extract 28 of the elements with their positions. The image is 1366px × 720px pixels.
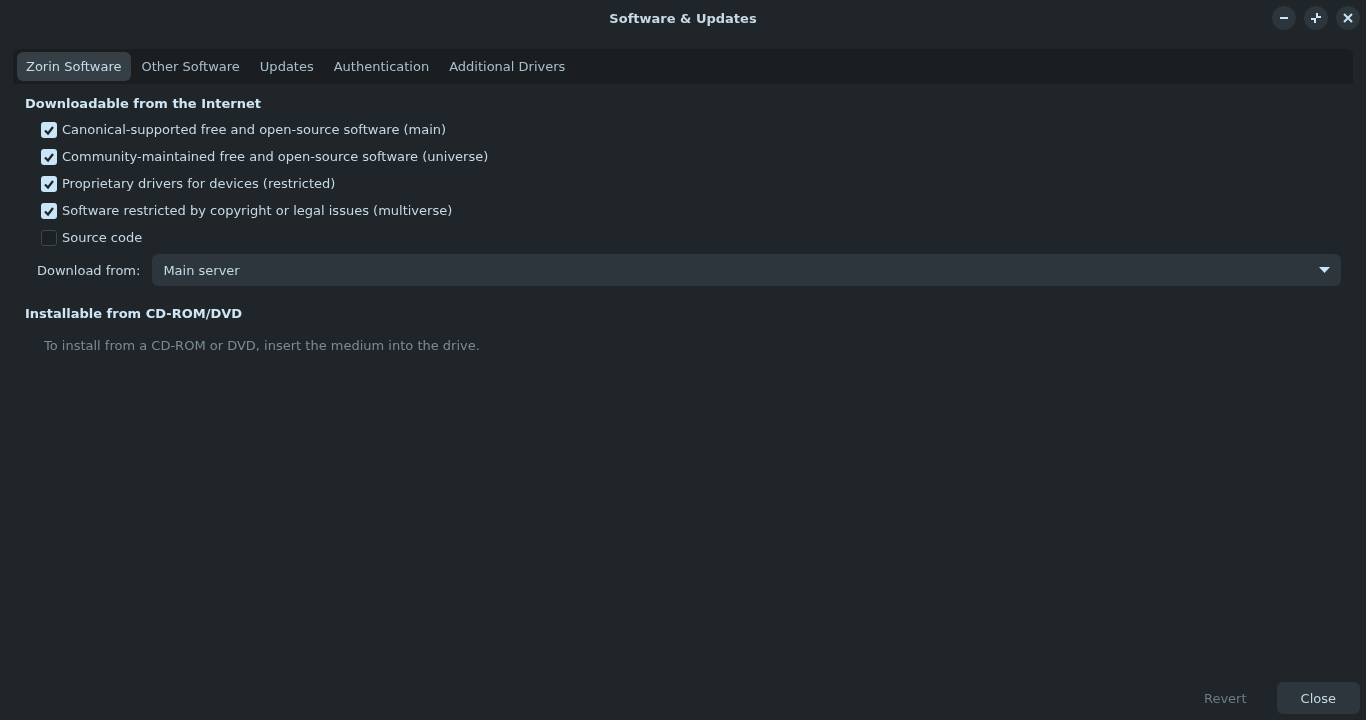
tab[interactable]: Other Software [132, 52, 249, 81]
checkbox[interactable] [41, 229, 57, 246]
tab[interactable]: Updates [250, 52, 323, 81]
field-label: Download from: [37, 262, 141, 278]
info-text: To install from a CD-ROM or DVD, insert the medium into the drive. [44, 338, 481, 353]
tab[interactable]: Zorin Software [17, 52, 131, 81]
restore-button[interactable] [1304, 6, 1328, 30]
checkbox-label: Community-maintained free and open-source software (universe) [62, 149, 489, 164]
server-dropdown[interactable]: Main server [152, 254, 1341, 286]
checkbox-label: Source code [62, 230, 143, 245]
checkbox-label: Proprietary drivers for devices (restricted) [62, 176, 336, 191]
close-button[interactable] [1336, 6, 1360, 30]
restore-icon [1310, 12, 1322, 24]
close-icon [1343, 13, 1353, 23]
checkbox[interactable] [41, 148, 57, 165]
checkbox[interactable] [41, 175, 57, 192]
checkbox[interactable] [41, 202, 57, 219]
minimize-button[interactable] [1272, 6, 1296, 30]
checkbox[interactable] [41, 121, 57, 138]
checkbox-label: Canonical-supported free and open-source software (main) [62, 122, 447, 137]
dropdown-arrow-icon [1319, 267, 1330, 273]
section-heading: Downloadable from the Internet [25, 96, 263, 111]
window-title: Software & Updates [609, 10, 757, 26]
section-heading: Installable from CD-ROM/DVD [25, 306, 244, 321]
checkbox-label: Software restricted by copyright or legal issues (multiverse) [62, 203, 453, 218]
dialog-button[interactable]: Close [1276, 682, 1360, 714]
tab[interactable]: Additional Drivers [440, 52, 575, 81]
tab[interactable]: Authentication [324, 52, 439, 81]
